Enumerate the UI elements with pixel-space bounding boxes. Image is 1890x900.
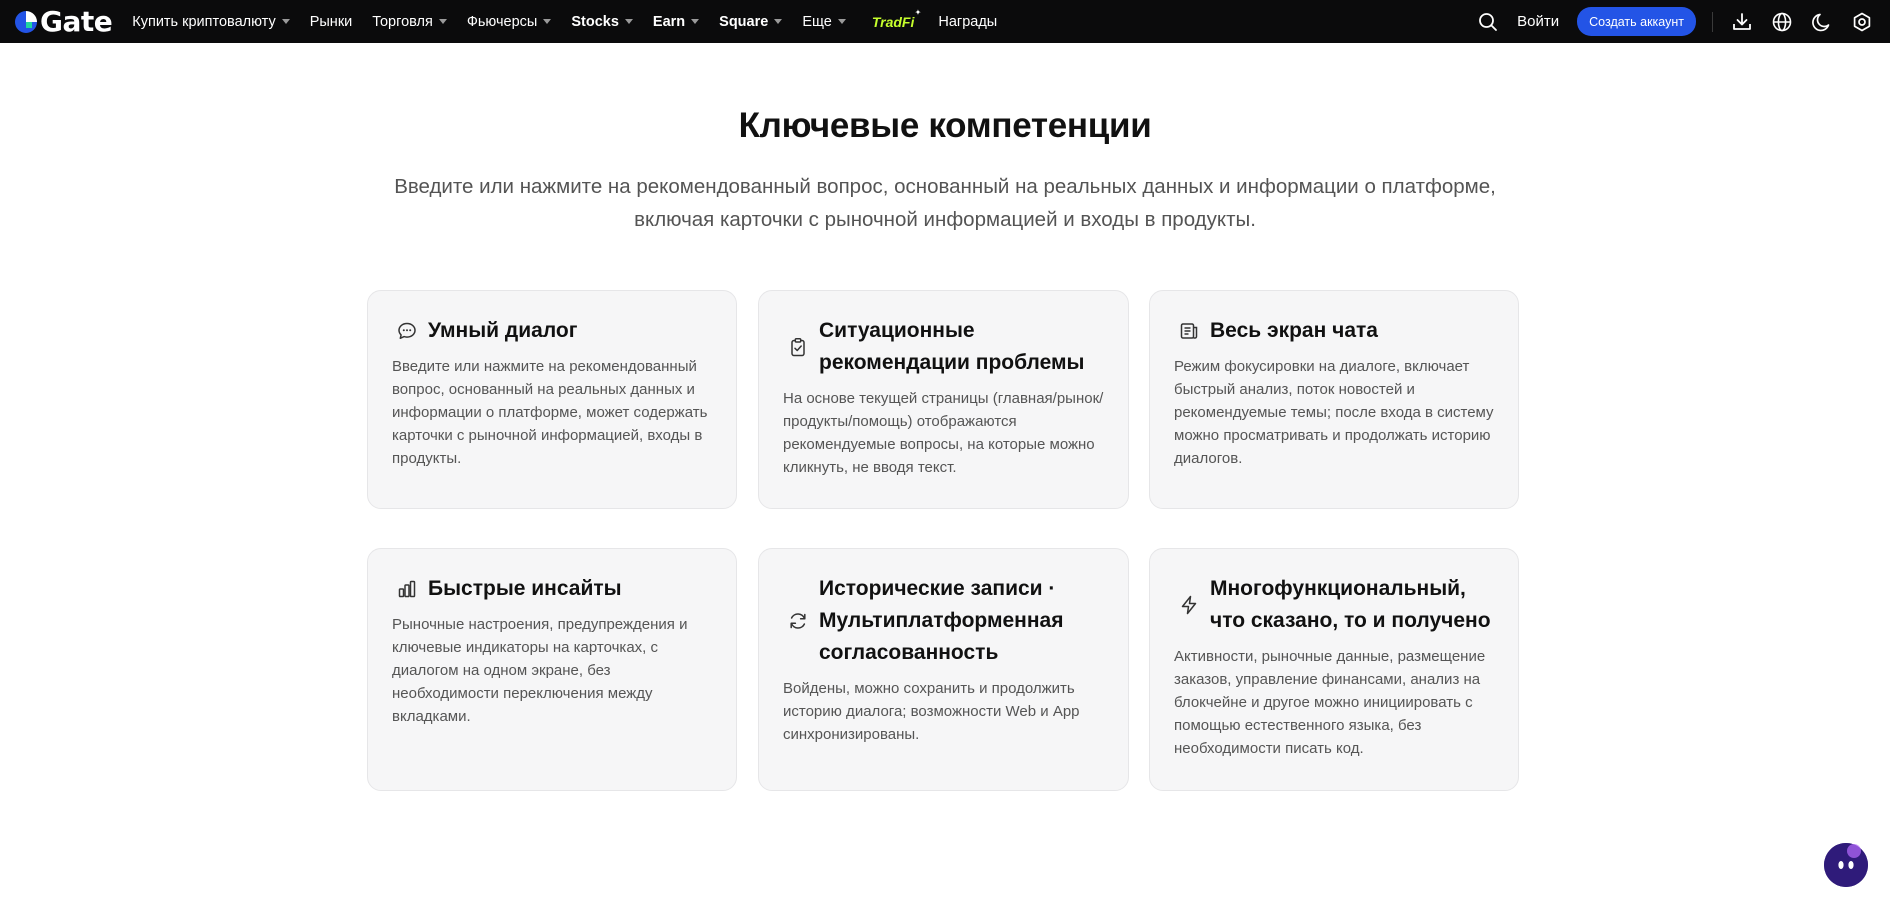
feature-card-smart-dialog[interactable]: Умный диалог Введите или нажмите на реко… [367,290,737,509]
sparkle-icon: ✦ [914,7,922,17]
card-description: На основе текущей страницы (главная/рыно… [783,390,1104,476]
section-title: Ключевые компетенции [738,106,1152,145]
nav-earn[interactable]: Earn [652,0,700,43]
bot-face-icon [1824,843,1868,887]
login-link[interactable]: Войти [1517,13,1559,30]
main-nav: Купить криптовалюту Рынки Торговля Фьюче… [132,0,1017,43]
download-icon[interactable] [1731,11,1753,33]
nav-label: Еще [802,13,832,30]
card-header: Умный диалог [392,315,712,347]
feature-card-quick-insights[interactable]: Быстрые инсайты Рыночные настроения, пре… [367,548,737,791]
section-subtitle: Введите или нажмите на рекомендованный в… [394,175,1496,231]
tradfi-label: TradFi ✦ [871,8,922,30]
gate-logo-icon [15,10,37,33]
card-title: Многофункциональный, что сказано, то и п… [1210,577,1491,632]
ai-assistant-bot-button[interactable] [1824,843,1868,887]
card-title: Умный диалог [428,319,578,342]
nav-rewards[interactable]: Награды [938,0,997,43]
caret-down-icon [837,19,846,24]
card-description: Активности, рыночные данные, размещение … [1174,648,1486,757]
moon-icon[interactable] [1811,11,1833,33]
card-header: Ситуационные рекомендации проблемы [783,315,1104,379]
card-title: Весь экран чата [1210,319,1378,342]
nav-more[interactable]: Еще [802,0,846,43]
card-title: Быстрые инсайты [428,577,622,600]
nav-stocks[interactable]: Stocks [571,0,633,43]
chat-bubble-icon [392,316,422,346]
feature-card-multifunctional[interactable]: Многофункциональный, что сказано, то и п… [1149,548,1519,791]
card-title: Исторические записи · Мультиплатформенна… [819,577,1064,664]
nav-tradfi[interactable]: TradFi ✦ [871,0,922,43]
header-tools: Войти Создать аккаунт [1477,0,1890,43]
bar-chart-icon [392,574,422,604]
feature-card-situational-recommendations[interactable]: Ситуационные рекомендации проблемы На ос… [758,290,1129,509]
card-header: Весь экран чата [1174,315,1494,347]
nav-label: Square [719,13,769,30]
nav-label: Торговля [372,13,433,30]
card-title: Ситуационные рекомендации проблемы [819,319,1085,374]
tradfi-text: TradFi [871,13,915,30]
create-account-button[interactable]: Создать аккаунт [1577,7,1696,36]
caret-down-icon [774,19,783,24]
globe-icon[interactable] [1771,11,1793,33]
nav-label: Фьючерсы [466,13,538,30]
settings-icon[interactable] [1851,11,1873,33]
nav-futures[interactable]: Фьючерсы [467,0,552,43]
feature-card-history-sync[interactable]: Исторические записи · Мультиплатформенна… [758,548,1129,791]
document-list-icon [1174,316,1204,346]
nav-markets[interactable]: Рынки [310,0,353,43]
nav-square[interactable]: Square [719,0,783,43]
caret-down-icon [543,19,552,24]
top-navigation-bar: Gate Купить криптовалюту Рынки Торговля … [0,0,1890,43]
nav-label: Награды [938,13,998,30]
feature-card-fullscreen-chat[interactable]: Весь экран чата Режим фокусировки на диа… [1149,290,1519,509]
nav-buy-crypto[interactable]: Купить криптовалюту [132,0,290,43]
sync-icon [783,606,813,636]
card-description: Введите или нажмите на рекомендованный в… [392,358,708,467]
clipboard-check-icon [783,332,813,362]
nav-trading[interactable]: Торговля [372,0,447,43]
divider [1712,11,1713,32]
caret-down-icon [281,19,290,24]
nav-label: Купить криптовалюту [132,13,276,30]
card-header: Быстрые инсайты [392,573,712,605]
card-header: Многофункциональный, что сказано, то и п… [1174,573,1494,637]
search-icon[interactable] [1477,11,1499,33]
card-header: Исторические записи · Мультиплатформенна… [783,573,1104,669]
card-description: Режим фокусировки на диалоге, включает б… [1174,358,1494,467]
gate-logo[interactable]: Gate [13,0,113,43]
lightning-icon [1174,590,1204,620]
nav-label: Stocks [571,13,619,30]
card-description: Войдены, можно сохранить и продолжить ис… [783,680,1080,743]
brand-name: Gate [40,4,113,38]
caret-down-icon [624,19,633,24]
caret-down-icon [438,19,447,24]
nav-label: Earn [652,13,686,30]
card-description: Рыночные настроения, предупреждения и кл… [392,616,688,725]
caret-down-icon [691,19,700,24]
nav-label: Рынки [309,13,353,30]
